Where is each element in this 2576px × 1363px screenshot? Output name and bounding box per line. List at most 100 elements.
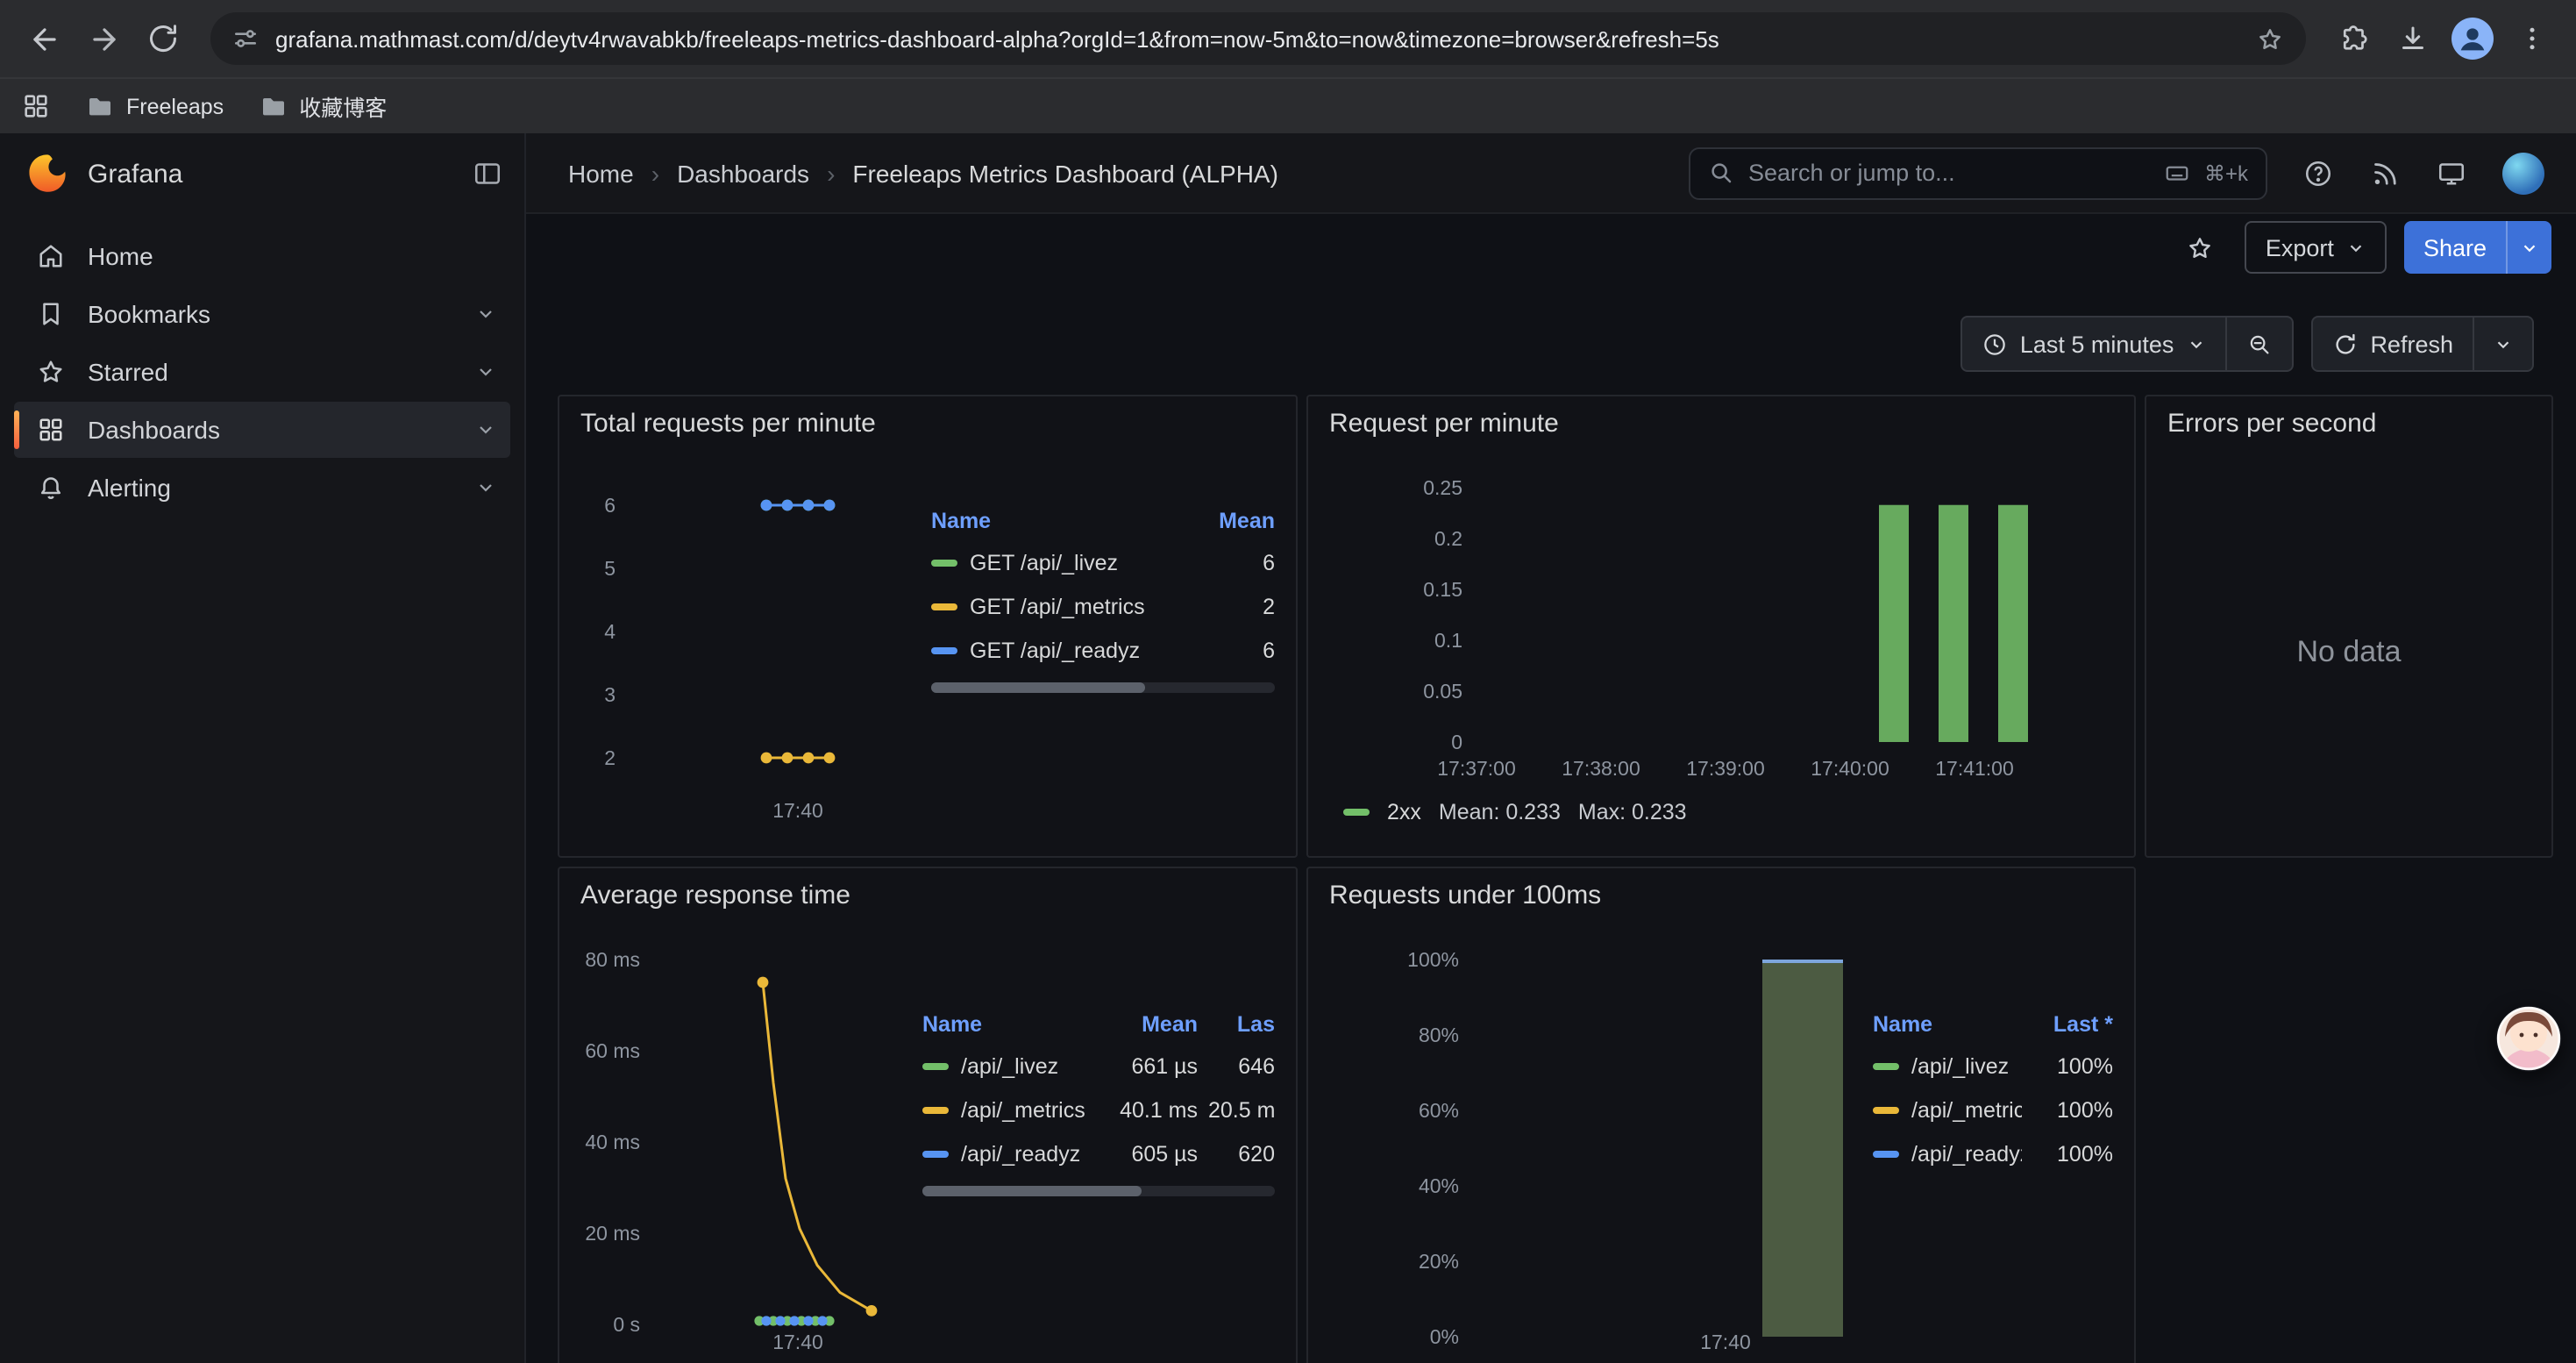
svg-text:40%: 40%	[1419, 1174, 1459, 1197]
grafana-app: Grafana Home Bookmarks	[0, 133, 2576, 1363]
legend-column-header[interactable]: Name	[931, 502, 1194, 540]
legend-column-header[interactable]: Name	[922, 1005, 1096, 1044]
sidebar-item-label: Alerting	[88, 474, 171, 502]
bookmarks-bar: Freeleaps 收藏博客	[0, 77, 2576, 133]
user-avatar[interactable]	[2502, 152, 2544, 194]
panel-title[interactable]: Total requests per minute	[580, 408, 876, 438]
panel-title[interactable]: Errors per second	[2167, 408, 2376, 438]
kiosk-monitor-icon[interactable]	[2436, 157, 2467, 189]
legend-column-header[interactable]: Last *	[2032, 1005, 2113, 1044]
legend-series-label[interactable]: GET /api/_readyz	[931, 628, 1194, 672]
legend-series-label[interactable]: /api/_metrics	[1873, 1088, 2022, 1131]
svg-text:4: 4	[604, 620, 616, 643]
panel-title[interactable]: Request per minute	[1329, 408, 1559, 438]
panel-legend: Name Mean GET /api/_livez 6 GET /api/_metric…	[931, 502, 1275, 856]
legend-series-label[interactable]: /api/_livez	[922, 1044, 1096, 1088]
sidebar-item-starred[interactable]: Starred	[14, 344, 510, 400]
assistant-avatar[interactable]	[2495, 1005, 2562, 1072]
legend-column-header[interactable]: Mean	[1107, 1005, 1198, 1044]
zoom-out-button[interactable]	[2224, 318, 2291, 370]
reload-button[interactable]	[137, 12, 189, 65]
svg-text:60%: 60%	[1419, 1099, 1459, 1122]
refresh-button[interactable]: Refresh	[2312, 318, 2473, 370]
legend-series-label[interactable]: 2xx	[1387, 800, 1421, 824]
apps-grid-icon[interactable]	[21, 91, 51, 121]
sidebar-item-label: Bookmarks	[88, 300, 210, 328]
legend-series-label[interactable]: GET /api/_metrics	[931, 584, 1194, 628]
svg-text:20 ms: 20 ms	[585, 1222, 640, 1245]
bookmark-folder-blogs[interactable]: 收藏博客	[259, 89, 387, 123]
share-dropdown[interactable]	[2506, 221, 2551, 274]
svg-text:17:38:00: 17:38:00	[1562, 757, 1640, 780]
address-bar[interactable]	[210, 12, 2306, 65]
export-button[interactable]: Export	[2245, 221, 2387, 274]
legend-column-header[interactable]: Name	[1873, 1005, 2022, 1044]
home-icon	[35, 240, 67, 272]
dock-menu-icon[interactable]	[472, 158, 503, 189]
extensions-icon[interactable]	[2327, 12, 2380, 65]
share-button[interactable]: Share	[2404, 221, 2506, 274]
search-input[interactable]: ⌘+k	[1689, 146, 2267, 199]
forward-button[interactable]	[77, 12, 130, 65]
chevron-down-icon	[2494, 334, 2513, 353]
svg-text:2: 2	[604, 746, 616, 769]
help-icon[interactable]	[2302, 157, 2334, 189]
grafana-logo[interactable]	[25, 151, 70, 196]
sidebar-item-dashboards[interactable]: Dashboards	[14, 402, 510, 458]
sidebar-item-label: Home	[88, 242, 153, 270]
legend-value: 6	[1205, 550, 1275, 574]
svg-text:0.25: 0.25	[1423, 476, 1462, 499]
svg-text:80 ms: 80 ms	[585, 948, 640, 971]
bookmark-label: 收藏博客	[299, 89, 387, 123]
forward-icon	[87, 22, 120, 55]
page-header: Home › Dashboards › Freeleaps Metrics Da…	[526, 133, 2576, 214]
site-settings-icon[interactable]	[231, 25, 260, 53]
legend-scrollbar[interactable]	[922, 1186, 1275, 1196]
time-range-picker[interactable]: Last 5 minutes	[1962, 318, 2225, 370]
panel-title[interactable]: Requests under 100ms	[1329, 880, 1601, 910]
profile-avatar[interactable]	[2446, 12, 2499, 65]
favorite-star-button[interactable]	[2174, 221, 2227, 274]
legend-column-header[interactable]: Mean	[1205, 502, 1275, 540]
legend-series-label[interactable]: /api/_livez	[1873, 1044, 2022, 1088]
legend-value: 605 µs	[1107, 1141, 1198, 1166]
svg-text:0%: 0%	[1430, 1325, 1459, 1348]
main-content: Home › Dashboards › Freeleaps Metrics Da…	[526, 133, 2576, 1363]
breadcrumb: Home › Dashboards › Freeleaps Metrics Da…	[568, 159, 1278, 187]
back-button[interactable]	[18, 12, 70, 65]
legend-series-label[interactable]: /api/_readyz	[922, 1131, 1096, 1175]
rss-icon[interactable]	[2369, 157, 2401, 189]
legend-series-label[interactable]: GET /api/_livez	[931, 540, 1194, 584]
legend-scrollbar[interactable]	[931, 682, 1275, 693]
bookmark-star-icon[interactable]	[2255, 24, 2285, 54]
legend-series-label[interactable]: /api/_readyz	[1873, 1131, 2022, 1175]
sidebar-item-bookmarks[interactable]: Bookmarks	[14, 286, 510, 342]
panel-title[interactable]: Average response time	[580, 880, 850, 910]
bookmark-label: Freeleaps	[126, 94, 224, 118]
svg-text:40 ms: 40 ms	[585, 1131, 640, 1153]
sidebar-item-home[interactable]: Home	[14, 228, 510, 284]
chevron-down-icon[interactable]	[475, 361, 496, 382]
browser-menu-icon[interactable]	[2506, 12, 2558, 65]
legend-series-label[interactable]: /api/_metrics	[922, 1088, 1096, 1131]
legend-column-header[interactable]: Las	[1208, 1005, 1275, 1044]
chevron-down-icon[interactable]	[475, 303, 496, 325]
bookmark-folder-freeleaps[interactable]: Freeleaps	[86, 92, 224, 120]
svg-text:6: 6	[604, 494, 616, 517]
zoom-out-icon	[2245, 331, 2272, 357]
downloads-icon[interactable]	[2387, 12, 2439, 65]
breadcrumb-dashboards[interactable]: Dashboards	[677, 159, 809, 187]
sidebar-item-alerting[interactable]: Alerting	[14, 460, 510, 516]
folder-icon	[259, 92, 287, 120]
legend-value: 646	[1208, 1053, 1275, 1078]
star-icon	[2186, 232, 2216, 262]
chevron-down-icon[interactable]	[475, 477, 496, 498]
browser-toolbar	[0, 0, 2576, 77]
refresh-interval-dropdown[interactable]	[2473, 318, 2532, 370]
time-controls: Last 5 minutes Refresh	[1960, 316, 2534, 372]
url-input[interactable]	[275, 25, 2239, 52]
header-icons	[2302, 152, 2544, 194]
legend-max: Max: 0.233	[1578, 800, 1687, 824]
breadcrumb-home[interactable]: Home	[568, 159, 634, 187]
chevron-down-icon[interactable]	[475, 419, 496, 440]
